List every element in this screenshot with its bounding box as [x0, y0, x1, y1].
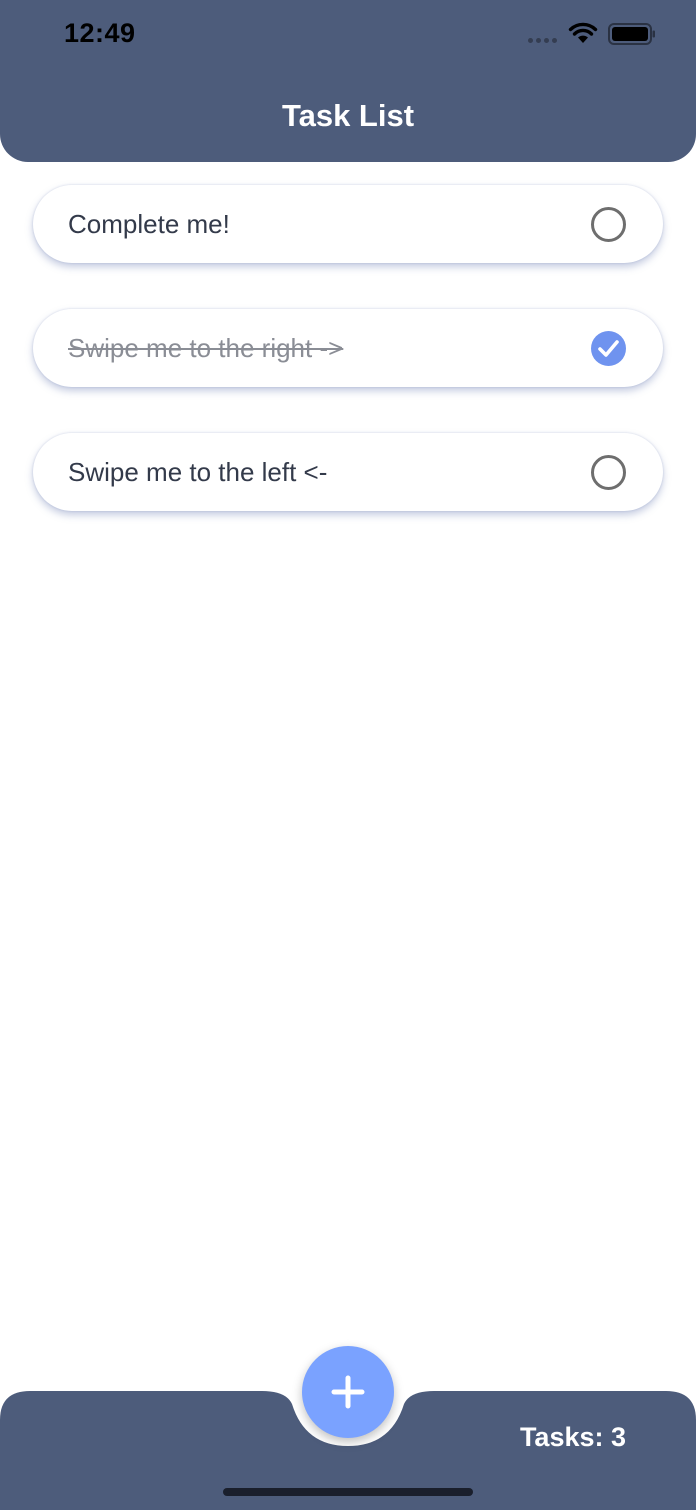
task-label: Swipe me to the left <- [68, 457, 328, 487]
wifi-icon [568, 22, 598, 43]
battery-icon [608, 23, 655, 45]
home-indicator[interactable] [223, 1488, 473, 1496]
task-item[interactable]: Swipe me to the left <- [33, 433, 663, 511]
status-bar: 12:49 [0, 0, 696, 70]
plus-icon [331, 1375, 365, 1409]
app-header: 12:49 Task List [0, 0, 696, 162]
empty-circle-icon[interactable] [591, 455, 626, 490]
empty-circle-icon[interactable] [591, 207, 626, 242]
task-label: Swipe me to the right -> [68, 333, 344, 363]
checkmark-icon[interactable] [591, 331, 626, 366]
page-title: Task List [281, 98, 415, 133]
task-label: Complete me! [68, 209, 230, 239]
task-count: Tasks: 3 [519, 1422, 626, 1452]
status-time: 12:49 [64, 18, 136, 48]
add-task-button[interactable] [302, 1346, 394, 1438]
task-item[interactable]: Swipe me to the right -> [33, 309, 663, 387]
cellular-signal-icon [528, 38, 557, 43]
task-item[interactable]: Complete me! [33, 185, 663, 263]
